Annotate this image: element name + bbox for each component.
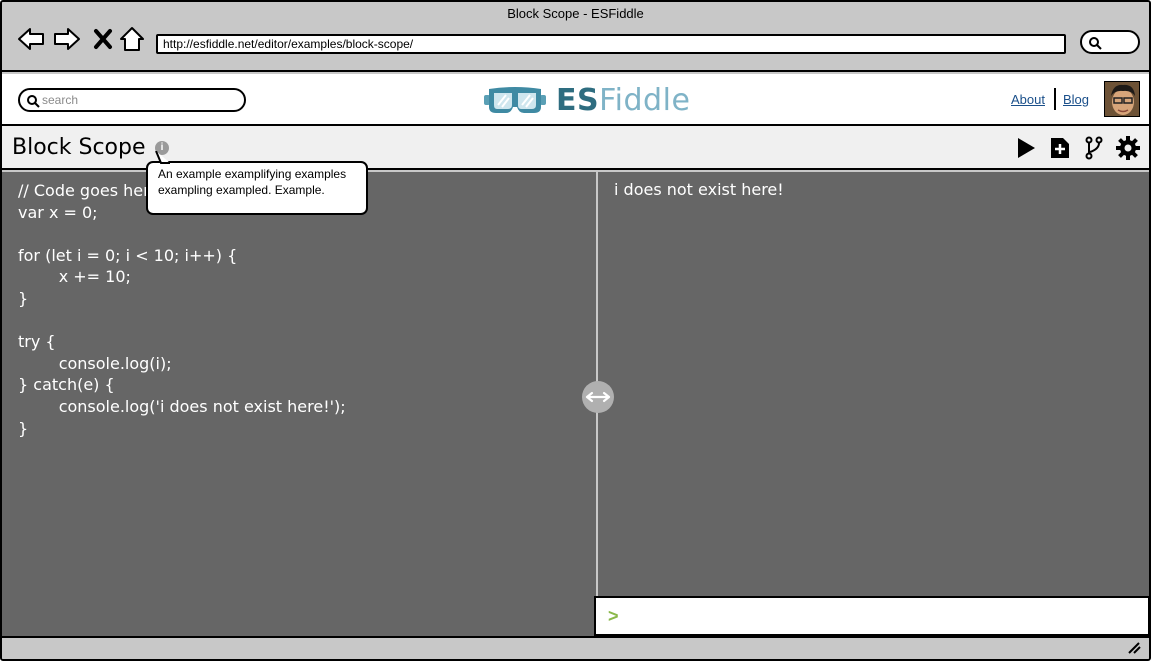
code-line[interactable]: console.log('i does not exist here!'); [18, 396, 346, 418]
browser-window: Block Scope - ESFiddle http://esfiddle.n… [0, 0, 1151, 661]
resize-grip-icon[interactable] [1127, 642, 1141, 654]
forward-arrow-icon[interactable] [52, 24, 82, 54]
run-button[interactable] [1014, 136, 1038, 160]
code-line[interactable] [18, 223, 346, 245]
info-tooltip: An example examplifying examples exampli… [146, 161, 368, 215]
fork-icon [1085, 136, 1103, 160]
pane-resize-handle[interactable] [582, 381, 614, 413]
search-icon [1089, 37, 1102, 50]
browser-chrome: Block Scope - ESFiddle http://esfiddle.n… [2, 2, 1149, 72]
site-search-box[interactable] [18, 88, 246, 112]
code-line[interactable]: } [18, 288, 346, 310]
close-icon[interactable] [88, 24, 118, 54]
code-editor[interactable]: // Code goes here var x = 0; for (let i = … [2, 172, 597, 636]
output-text: i does not exist here! [614, 180, 784, 199]
code-line[interactable]: } [18, 418, 346, 440]
about-link[interactable]: About [1011, 92, 1045, 107]
code-line[interactable]: for (let i = 0; i < 10; i++) { [18, 245, 346, 267]
blog-link[interactable]: Blog [1063, 92, 1089, 107]
play-icon [1018, 138, 1035, 158]
address-bar[interactable]: http://esfiddle.net/editor/examples/bloc… [156, 34, 1066, 54]
logo-es: ES [556, 82, 600, 118]
code-text[interactable]: // Code goes here var x = 0; for (let i = … [18, 180, 346, 439]
header-divider [1054, 88, 1056, 110]
home-icon[interactable] [117, 24, 147, 54]
esfiddle-logo[interactable]: ESFiddle [484, 82, 690, 118]
new-fiddle-button[interactable] [1048, 136, 1072, 160]
code-line[interactable] [18, 310, 346, 332]
code-line[interactable]: } catch(e) { [18, 374, 346, 396]
window-title: Block Scope - ESFiddle [507, 6, 644, 21]
search-input[interactable] [42, 91, 238, 109]
gear-icon [1116, 136, 1140, 160]
logo-fiddle: Fiddle [599, 82, 691, 118]
goggles-logo-icon [484, 87, 546, 113]
app-header: ESFiddle About Blog [2, 74, 1149, 126]
code-line[interactable]: x += 10; [18, 266, 346, 288]
browser-search-field[interactable] [1080, 30, 1140, 54]
console-input[interactable]: > [594, 596, 1149, 636]
console-prompt-icon: > [608, 606, 619, 626]
code-line[interactable]: console.log(i); [18, 353, 346, 375]
page-title: Block Scope [12, 135, 146, 160]
back-arrow-icon[interactable] [16, 24, 46, 54]
avatar[interactable] [1104, 81, 1140, 117]
search-icon [27, 95, 40, 108]
tooltip-tail [155, 151, 170, 164]
fork-button[interactable] [1082, 136, 1106, 160]
new-file-icon [1051, 138, 1069, 158]
settings-button[interactable] [1116, 136, 1140, 160]
code-line[interactable]: try { [18, 331, 346, 353]
output-pane: i does not exist here! [598, 172, 1149, 596]
resize-horizontal-icon [585, 391, 611, 403]
logo-wordmark: ESFiddle [556, 83, 690, 118]
status-bar [2, 636, 1149, 659]
